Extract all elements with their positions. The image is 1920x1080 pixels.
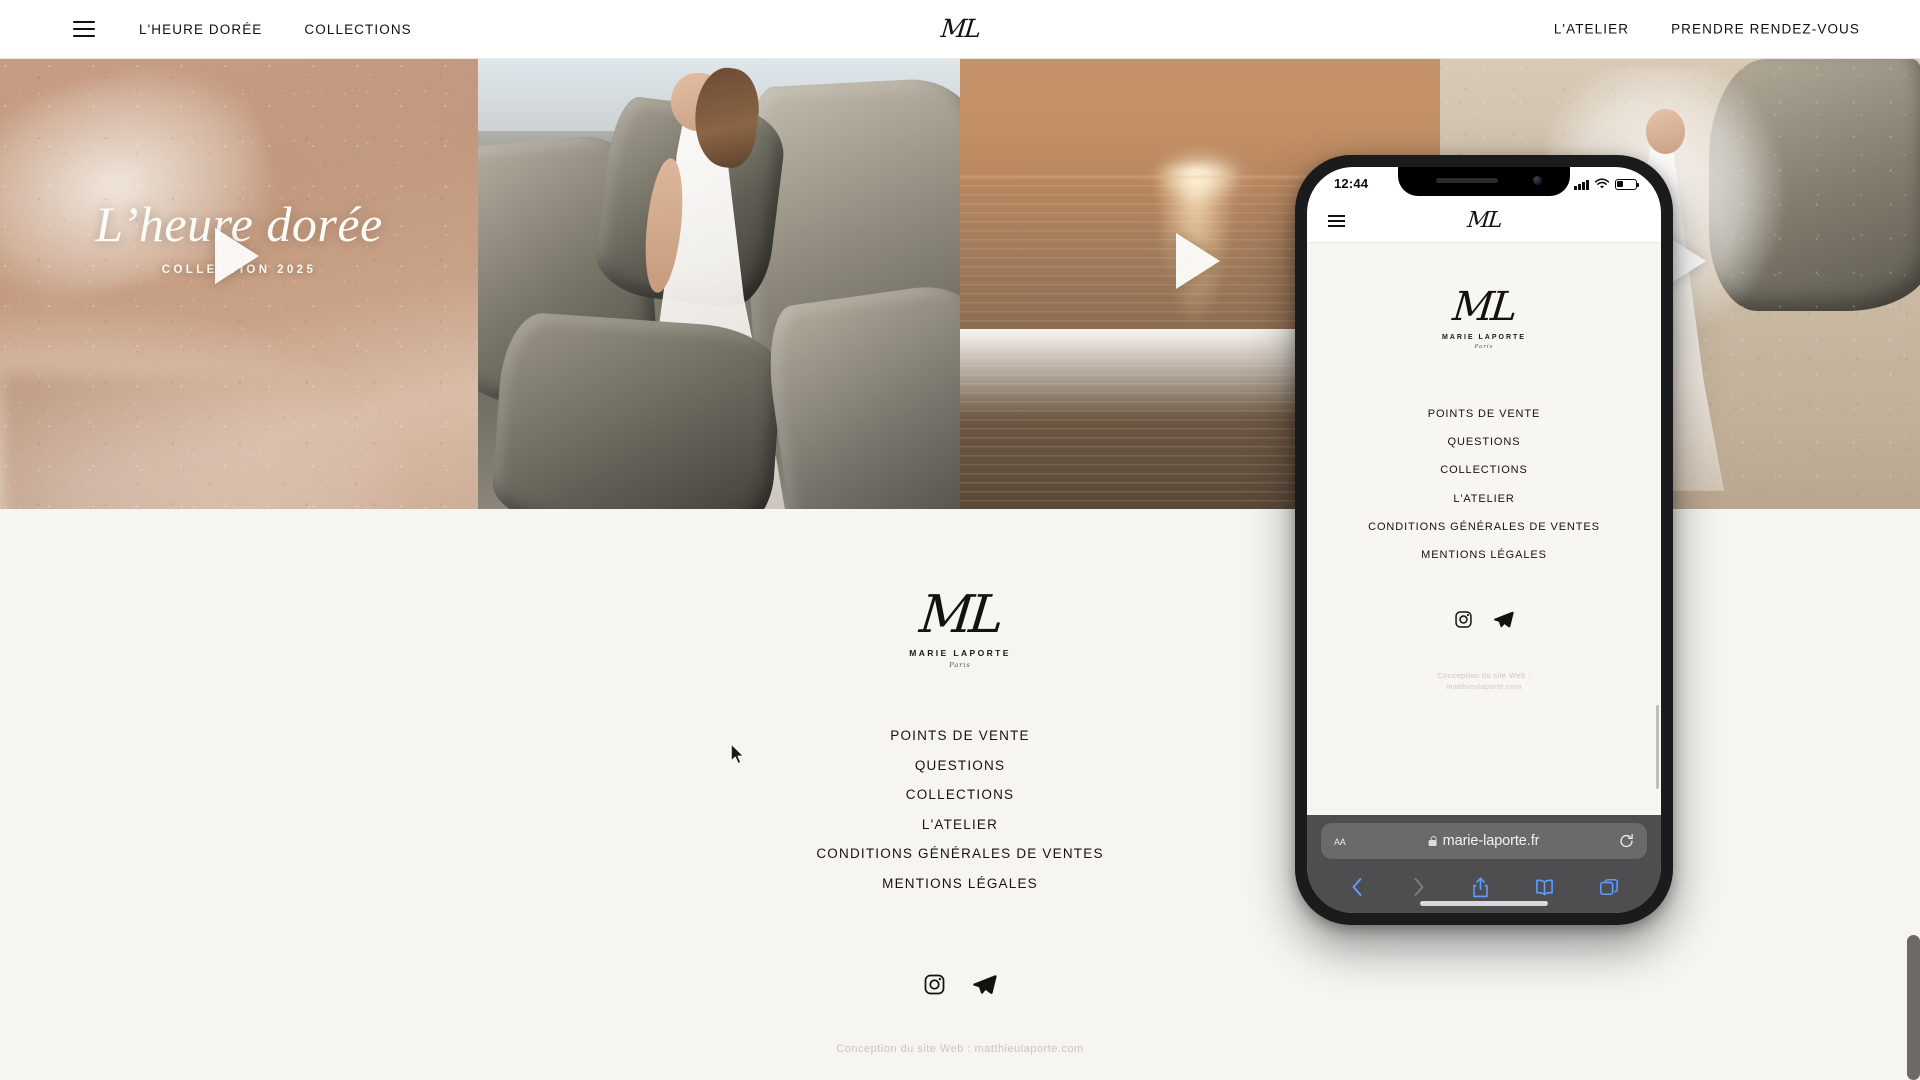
- phone-page-content: ML MARIE LAPORTE Paris POINTS DE VENTE Q…: [1307, 243, 1661, 815]
- burger-line: [1328, 220, 1345, 222]
- earpiece-speaker: [1436, 178, 1498, 183]
- bookmarks-icon[interactable]: [1534, 878, 1555, 897]
- reload-icon[interactable]: [1618, 833, 1635, 850]
- footer-menu: POINTS DE VENTE QUESTIONS COLLECTIONS L'…: [816, 728, 1103, 891]
- brand-name: MARIE LAPORTE: [909, 648, 1011, 658]
- safari-url-field[interactable]: AA marie-laporte.fr: [1321, 823, 1647, 859]
- slide-4-head: [1646, 108, 1685, 154]
- safari-url-text: marie-laporte.fr: [1442, 833, 1540, 849]
- phone-site-credit[interactable]: Conception du site Web : matthieulaporte…: [1307, 670, 1661, 693]
- forward-icon: [1414, 878, 1424, 896]
- signal-bars-icon: [1574, 179, 1589, 190]
- phone-screen: 12:44 ML ML MARIE LAPORTE Paris POINTS D…: [1307, 167, 1661, 913]
- text-size-aa-button[interactable]: AA: [1334, 834, 1346, 848]
- front-camera: [1533, 176, 1542, 185]
- back-icon[interactable]: [1349, 876, 1366, 898]
- safari-url-display: marie-laporte.fr: [1428, 833, 1540, 849]
- wifi-icon: [1594, 177, 1610, 188]
- iphone-mockup: 12:44 ML ML MARIE LAPORTE Paris POINTS D…: [1295, 155, 1673, 925]
- footer-link-conditions-generales[interactable]: CONDITIONS GÉNÉRALES DE VENTES: [816, 846, 1103, 861]
- nav-link-prendre-rendez-vous[interactable]: PRENDRE RENDEZ-VOUS: [1671, 22, 1860, 37]
- phone-social-links: [1307, 609, 1661, 630]
- telegram-icon[interactable]: [972, 972, 997, 997]
- lock-icon: [1428, 836, 1438, 846]
- status-indicators: [1574, 177, 1640, 190]
- phone-link-latelier[interactable]: L'ATELIER: [1453, 492, 1514, 507]
- phone-bezel: 12:44 ML ML MARIE LAPORTE Paris POINTS D…: [1307, 167, 1661, 913]
- ml-monogram: ML: [916, 585, 1004, 645]
- footer-link-points-de-vente[interactable]: POINTS DE VENTE: [890, 728, 1030, 743]
- slide-2-rock: [760, 278, 960, 509]
- slide-3-sun-path: [1132, 167, 1258, 509]
- brand-city: Paris: [949, 661, 971, 669]
- burger-line: [73, 21, 95, 23]
- phone-site-header: ML: [1307, 200, 1661, 243]
- safari-address-bar: AA marie-laporte.fr: [1307, 815, 1661, 867]
- instagram-icon[interactable]: [1454, 610, 1473, 629]
- phone-credit-line-1: Conception du site Web :: [1437, 671, 1531, 681]
- footer-link-latelier[interactable]: L'ATELIER: [922, 817, 998, 832]
- home-indicator: [1420, 901, 1548, 906]
- burger-line: [1328, 225, 1345, 227]
- carousel-next-arrow[interactable]: [1176, 233, 1220, 289]
- brand-city: Paris: [1474, 344, 1494, 350]
- phone-link-mentions-legales[interactable]: MENTIONS LÉGALES: [1421, 548, 1547, 563]
- site-credit[interactable]: Conception du site Web : matthieulaporte…: [836, 1043, 1083, 1055]
- footer-logo[interactable]: ML MARIE LAPORTE Paris: [909, 585, 1011, 669]
- carousel-next-arrow[interactable]: [215, 228, 259, 284]
- site-header: L'HEURE DORÉE COLLECTIONS ML L'ATELIER P…: [0, 0, 1920, 59]
- phone-footer-menu: POINTS DE VENTE QUESTIONS COLLECTIONS L'…: [1307, 407, 1661, 563]
- share-icon[interactable]: [1471, 876, 1490, 899]
- burger-line: [1328, 215, 1345, 217]
- nav-link-lheure-doree[interactable]: L'HEURE DORÉE: [139, 22, 262, 37]
- ml-monogram: ML: [1450, 284, 1518, 330]
- hamburger-menu-icon[interactable]: [73, 21, 95, 37]
- phone-header-logo[interactable]: ML: [1466, 208, 1502, 233]
- tabs-icon[interactable]: [1599, 877, 1619, 897]
- header-left-nav: L'HEURE DORÉE COLLECTIONS: [0, 21, 454, 37]
- ml-monogram: ML: [939, 14, 981, 43]
- footer-link-collections[interactable]: COLLECTIONS: [906, 787, 1014, 802]
- burger-line: [73, 35, 95, 37]
- footer-link-questions[interactable]: QUESTIONS: [915, 758, 1005, 773]
- telegram-icon[interactable]: [1493, 609, 1514, 630]
- hamburger-menu-icon[interactable]: [1328, 215, 1345, 227]
- battery-icon: [1615, 178, 1640, 190]
- footer-link-mentions-legales[interactable]: MENTIONS LÉGALES: [882, 876, 1038, 891]
- phone-link-collections[interactable]: COLLECTIONS: [1440, 463, 1528, 478]
- safari-toolbar: [1307, 867, 1661, 913]
- phone-page-scrollbar[interactable]: [1656, 705, 1659, 789]
- status-time: 12:44: [1334, 176, 1369, 191]
- header-logo[interactable]: ML: [925, 14, 995, 43]
- phone-link-conditions-generales[interactable]: CONDITIONS GÉNÉRALES DE VENTES: [1368, 520, 1600, 535]
- header-right-nav: L'ATELIER PRENDRE RENDEZ-VOUS: [1554, 22, 1860, 37]
- phone-link-points-de-vente[interactable]: POINTS DE VENTE: [1428, 407, 1541, 422]
- footer-social-links: [923, 972, 997, 997]
- page-scrollbar-thumb[interactable]: [1907, 935, 1920, 1080]
- phone-footer-logo[interactable]: ML MARIE LAPORTE Paris: [1307, 284, 1661, 350]
- nav-link-latelier[interactable]: L'ATELIER: [1554, 22, 1629, 37]
- phone-credit-line-2: matthieulaporte.com: [1446, 682, 1522, 692]
- slide-2-rock: [490, 310, 785, 509]
- phone-notch: [1398, 167, 1570, 196]
- hero-slide-1[interactable]: [0, 59, 478, 509]
- phone-link-questions[interactable]: QUESTIONS: [1448, 435, 1521, 450]
- burger-line: [73, 28, 95, 30]
- slide-1-sand-texture: [0, 59, 478, 509]
- nav-link-collections[interactable]: COLLECTIONS: [304, 22, 411, 37]
- brand-name: MARIE LAPORTE: [1442, 334, 1526, 341]
- instagram-icon[interactable]: [923, 973, 946, 996]
- hero-slide-2[interactable]: [478, 59, 960, 509]
- ml-monogram: ML: [1466, 208, 1502, 233]
